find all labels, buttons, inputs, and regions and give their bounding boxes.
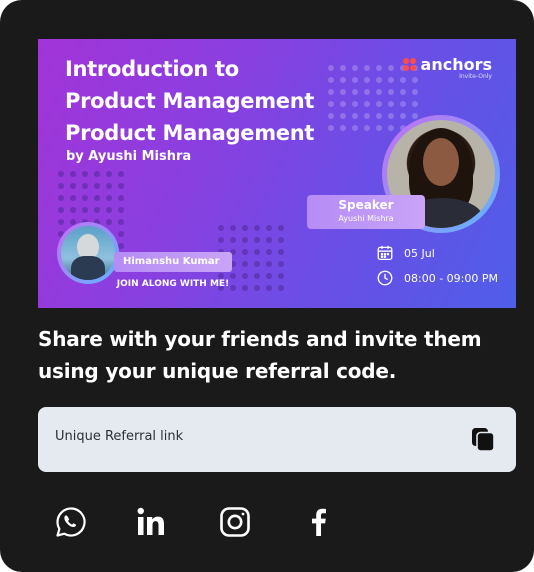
linkedin-share-button[interactable] <box>135 505 169 539</box>
clock-icon <box>377 270 393 286</box>
event-title-line: Product Management <box>65 89 315 113</box>
facebook-share-button[interactable] <box>302 505 336 539</box>
copy-icon <box>472 428 495 452</box>
host-name: Himanshu Kumar <box>114 252 232 272</box>
anchors-logo-icon <box>402 58 416 71</box>
whatsapp-share-button[interactable] <box>54 505 88 539</box>
event-title-line: Product Management <box>65 121 315 145</box>
facebook-icon <box>312 508 326 536</box>
host-avatar <box>57 222 119 284</box>
event-date-text: 05 Jul <box>404 246 435 260</box>
brand-name: anchors <box>420 55 492 74</box>
event-time-text: 08:00 - 09:00 PM <box>404 271 498 285</box>
share-card: Introduction to Product Management Produ… <box>0 0 534 572</box>
referral-link-label: Unique Referral link <box>55 429 184 444</box>
share-headline: Share with your friends and invite them … <box>38 323 508 387</box>
speaker-tag: Speaker Ayushi Mishra <box>307 195 425 229</box>
copy-button[interactable] <box>470 426 496 452</box>
share-headline-line: Share with your friends and invite them <box>38 327 482 351</box>
whatsapp-icon <box>56 507 86 537</box>
event-time: 08:00 - 09:00 PM <box>376 269 498 287</box>
event-title: Introduction to Product Management Produ… <box>65 53 365 149</box>
event-title-line: Introduction to <box>65 57 239 81</box>
share-headline-line: using your unique referral code. <box>38 359 397 383</box>
calendar-icon <box>377 245 393 261</box>
brand-logo: anchors Invite-Only <box>402 55 492 80</box>
speaker-label: Speaker <box>338 198 394 212</box>
event-byline: by Ayushi Mishra <box>66 149 192 164</box>
instagram-share-button[interactable] <box>218 505 252 539</box>
host-cta: JOIN ALONG WITH ME! <box>116 279 230 289</box>
event-banner: Introduction to Product Management Produ… <box>38 39 516 308</box>
referral-link-field[interactable]: Unique Referral link <box>38 407 516 472</box>
linkedin-icon <box>137 507 164 535</box>
instagram-icon <box>220 507 250 537</box>
brand-tagline: Invite-Only <box>459 73 492 80</box>
social-share-row <box>54 505 344 541</box>
speaker-name: Ayushi Mishra <box>338 214 394 223</box>
event-date: 05 Jul <box>376 244 435 262</box>
